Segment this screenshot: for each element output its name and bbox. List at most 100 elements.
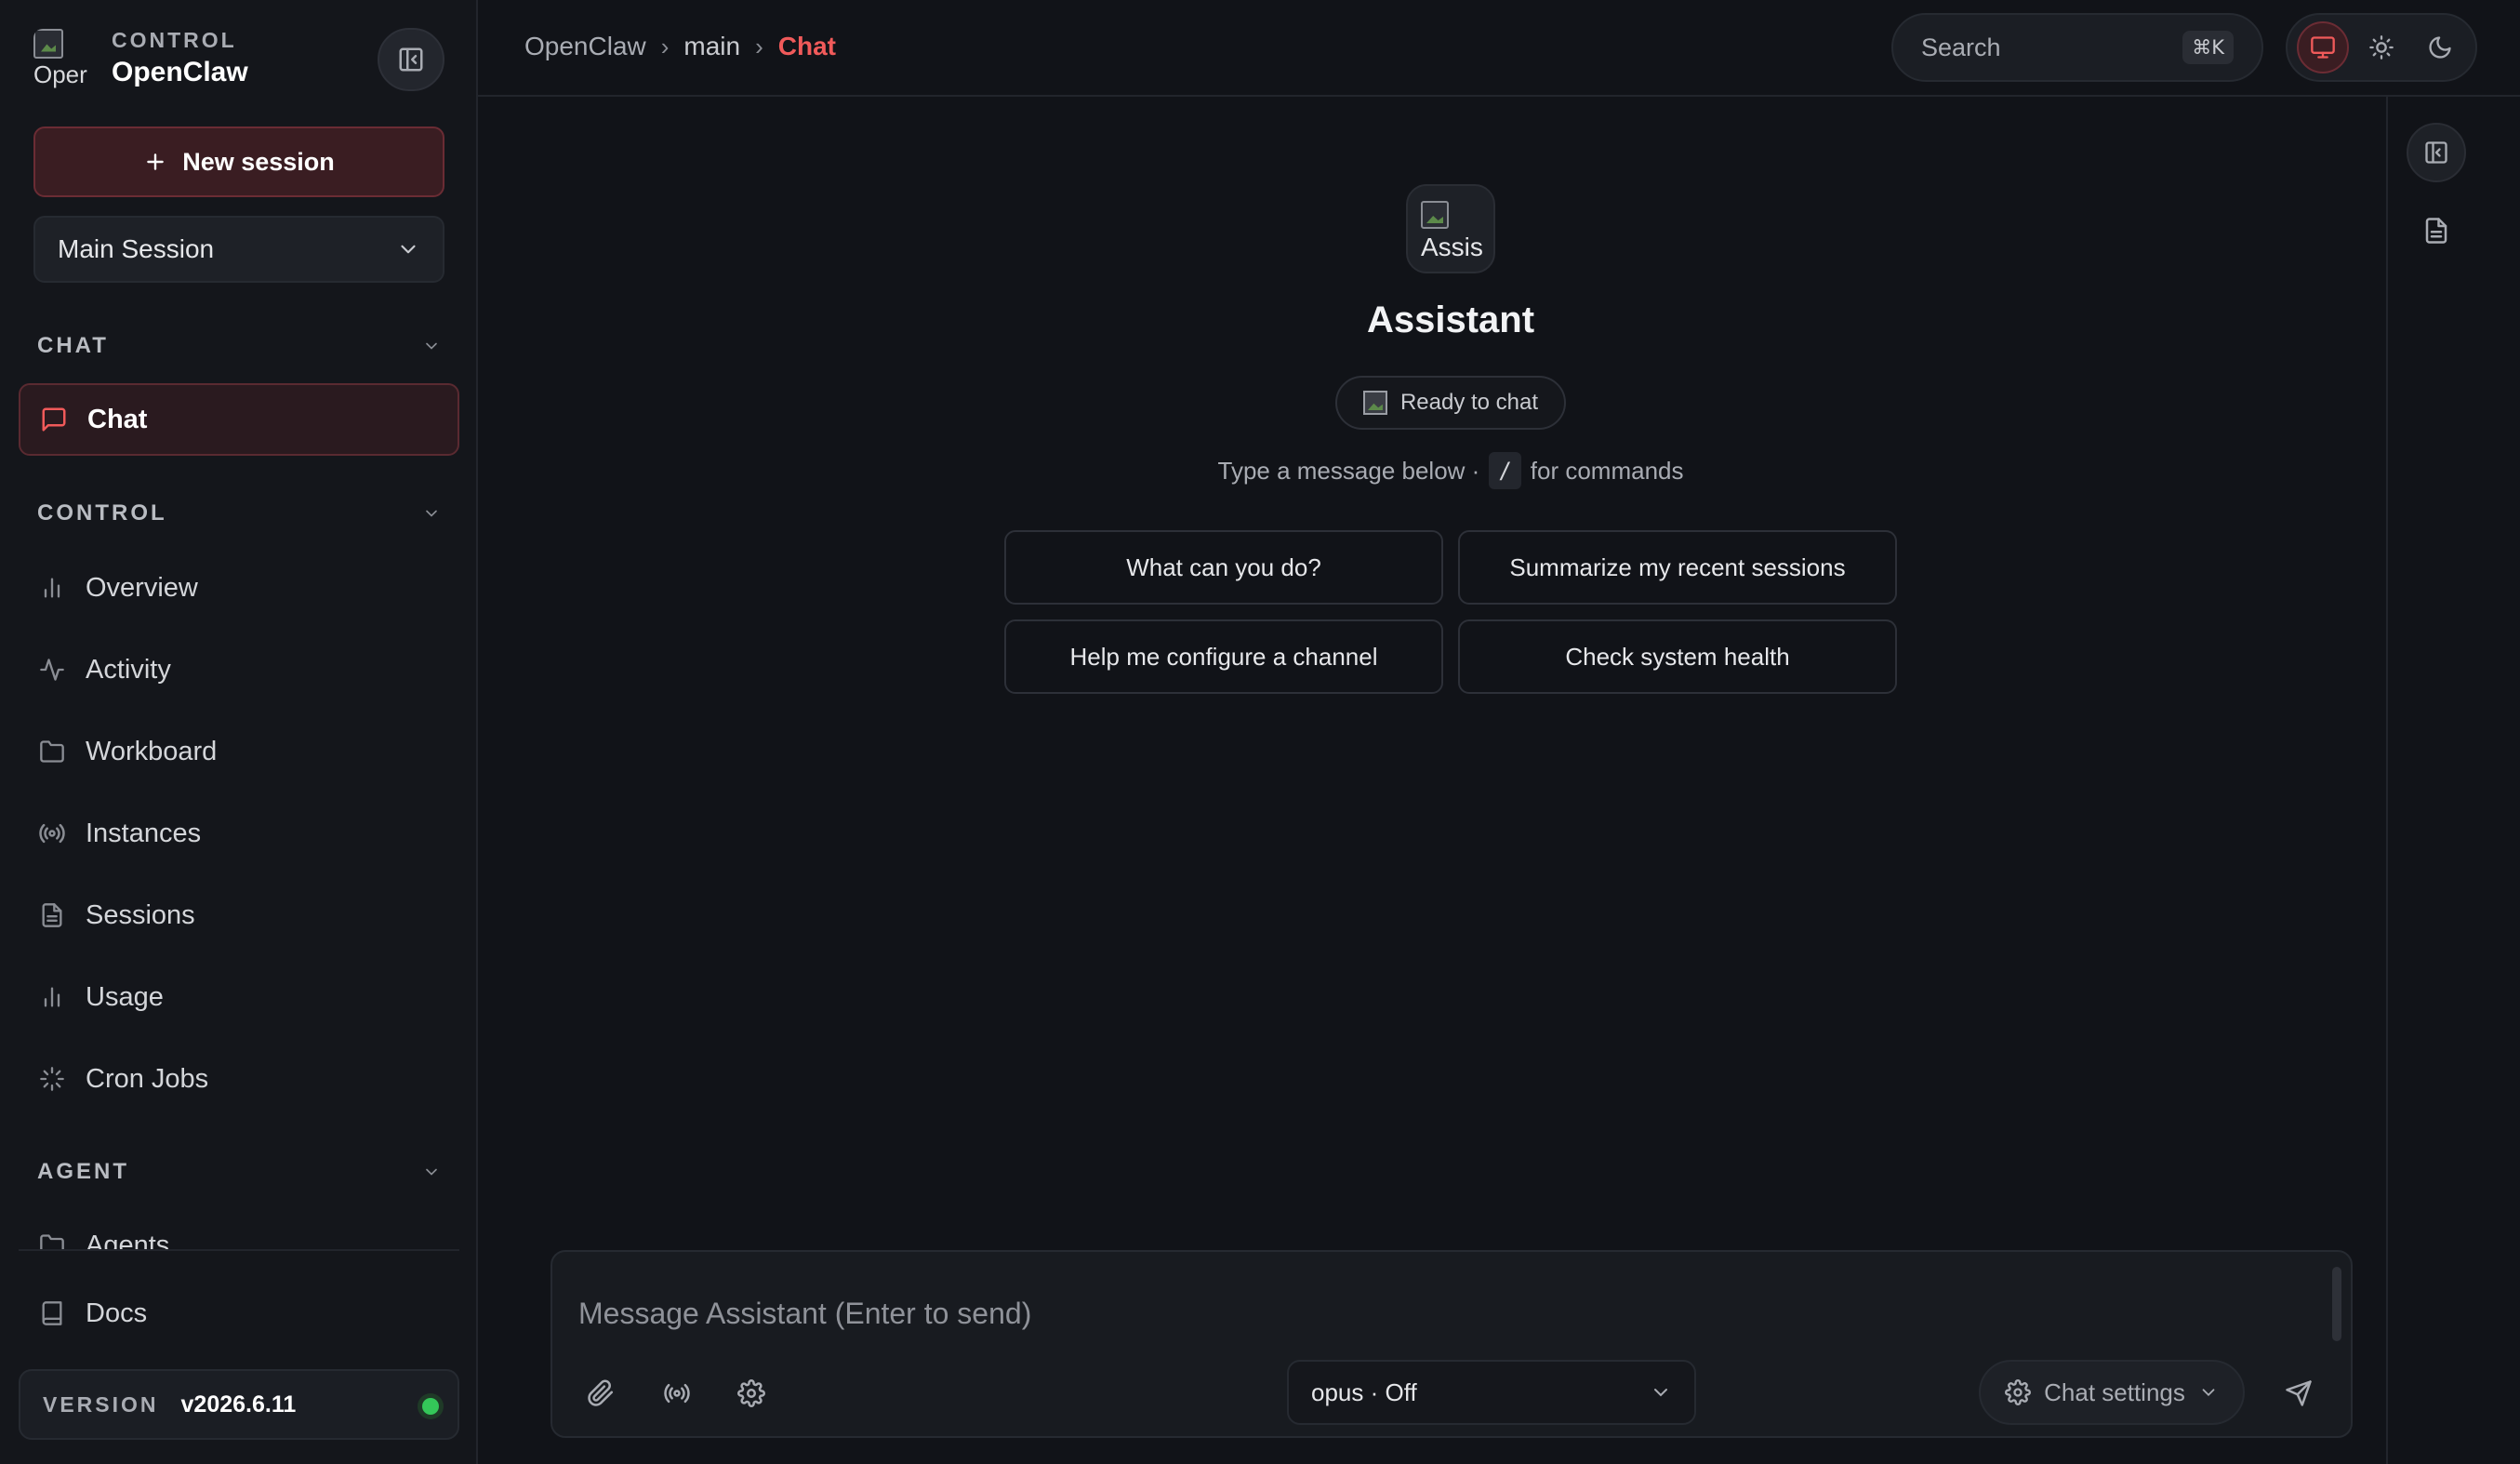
- assistant-name: Assistant: [1366, 299, 1535, 340]
- sidebar-item-label: Agents: [86, 1230, 170, 1251]
- breadcrumb-item[interactable]: main: [683, 32, 740, 61]
- composer-settings-button[interactable]: [725, 1367, 777, 1419]
- search-placeholder: Search: [1921, 33, 2001, 61]
- sidebar-item-instances[interactable]: Instances: [19, 797, 459, 870]
- sidebar-item-workboard[interactable]: Workboard: [19, 715, 459, 788]
- status-online-indicator: [422, 1398, 439, 1415]
- section-control-header[interactable]: CONTROL: [37, 495, 441, 532]
- sidebar-scroll-area[interactable]: Agents: [0, 1209, 478, 1250]
- loader-icon: [37, 1064, 67, 1094]
- documents-button[interactable]: [2407, 201, 2466, 260]
- bar-chart-icon: [37, 982, 67, 1012]
- sidebar-item-label: Activity: [86, 654, 171, 685]
- hint-key: /: [1489, 452, 1521, 489]
- radio-icon: [664, 1383, 690, 1404]
- theme-system-button[interactable]: [2296, 21, 2349, 73]
- section-chat-header[interactable]: CHAT: [37, 327, 441, 365]
- chevron-down-icon: [426, 1168, 437, 1176]
- app-root: Oper CONTROL OpenClaw New session Main S…: [0, 0, 2520, 1464]
- brand[interactable]: Oper CONTROL OpenClaw: [33, 28, 248, 88]
- breadcrumb-separator: ›: [660, 32, 670, 60]
- chevron-down-icon: [1654, 1389, 1667, 1397]
- search-input[interactable]: Search ⌘K: [1891, 13, 2263, 82]
- section-agent-title: AGENT: [37, 1159, 129, 1184]
- brand-logo-alt: Oper: [33, 60, 87, 88]
- brand-text: CONTROL OpenClaw: [112, 28, 248, 88]
- section-agent-header[interactable]: AGENT: [37, 1153, 441, 1191]
- bar-chart-icon: [37, 573, 67, 603]
- brand-logo: Oper: [33, 28, 93, 88]
- sidebar-item-agents[interactable]: Agents: [19, 1209, 459, 1250]
- model-select[interactable]: opus · Off: [1287, 1360, 1696, 1425]
- gear-icon: [737, 1379, 765, 1407]
- sidebar-item-sessions[interactable]: Sessions: [19, 879, 459, 952]
- suggestion-button[interactable]: Help me configure a channel: [1004, 619, 1443, 694]
- sidebar-item-label: Workboard: [86, 736, 218, 766]
- composer-scrollbar[interactable]: [2332, 1267, 2341, 1341]
- model-select-value: opus · Off: [1311, 1377, 1417, 1406]
- book-icon: [37, 1298, 67, 1328]
- broken-image-icon: [1362, 391, 1387, 415]
- broken-image-icon: [33, 28, 63, 59]
- chevron-down-icon: [426, 342, 437, 350]
- monitor-icon: [2310, 36, 2335, 59]
- voice-button[interactable]: [651, 1367, 703, 1419]
- version-badge: VERSION v2026.6.11: [19, 1369, 459, 1440]
- sidebar-item-docs[interactable]: Docs: [19, 1277, 459, 1350]
- new-session-button[interactable]: New session: [33, 126, 444, 197]
- sidebar-item-usage[interactable]: Usage: [19, 961, 459, 1033]
- broken-image-icon: [1421, 201, 1449, 229]
- radio-icon: [37, 819, 67, 848]
- folder-icon: [37, 1231, 67, 1250]
- sidebar-collapse-icon: [399, 47, 423, 72]
- session-select[interactable]: Main Session: [33, 216, 444, 283]
- right-rail: [2386, 97, 2520, 1464]
- toggle-panel-button[interactable]: [2407, 123, 2466, 182]
- send-button[interactable]: [2271, 1365, 2327, 1421]
- sidebar-item-overview[interactable]: Overview: [19, 552, 459, 624]
- hint-text: for commands: [1530, 456, 1684, 485]
- sidebar-item-label: Sessions: [86, 899, 195, 930]
- message-composer: Message Assistant (Enter to send) opus ·…: [550, 1250, 2353, 1438]
- sidebar-divider: [19, 1249, 459, 1251]
- assistant-avatar: Assis: [1406, 184, 1495, 273]
- theme-light-button[interactable]: [2355, 21, 2407, 73]
- gear-icon: [2005, 1379, 2032, 1405]
- message-input[interactable]: Message Assistant (Enter to send): [578, 1297, 1031, 1331]
- theme-dark-button[interactable]: [2414, 21, 2466, 73]
- sidebar-item-label: Chat: [87, 404, 148, 434]
- sidebar-item-label: Cron Jobs: [86, 1063, 209, 1094]
- breadcrumb-item[interactable]: OpenClaw: [524, 32, 646, 61]
- suggestion-button[interactable]: Check system health: [1458, 619, 1897, 694]
- paperclip-icon: [588, 1379, 614, 1406]
- status-text: Ready to chat: [1399, 390, 1539, 415]
- breadcrumb: OpenClaw › main › Chat: [524, 32, 836, 61]
- plus-icon: [147, 153, 164, 170]
- hint-text: Type a message below ·: [1217, 456, 1480, 485]
- sidebar-item-label: Overview: [86, 572, 198, 603]
- version-value: v2026.6.11: [180, 1391, 297, 1417]
- section-chat-title: CHAT: [37, 333, 109, 358]
- sidebar-item-chat[interactable]: Chat: [19, 383, 459, 456]
- version-label: VERSION: [43, 1391, 159, 1417]
- sidebar: Oper CONTROL OpenClaw New session Main S…: [0, 0, 478, 1464]
- collapse-sidebar-button[interactable]: [378, 28, 444, 91]
- chat-settings-button[interactable]: Chat settings: [1979, 1360, 2245, 1425]
- moon-icon: [2429, 36, 2451, 59]
- sidebar-item-label: Usage: [86, 981, 164, 1012]
- sidebar-item-activity[interactable]: Activity: [19, 633, 459, 706]
- sidebar-item-cron-jobs[interactable]: Cron Jobs: [19, 1043, 459, 1115]
- suggestion-button[interactable]: Summarize my recent sessions: [1458, 530, 1897, 605]
- suggestion-button[interactable]: What can you do?: [1004, 530, 1443, 605]
- chevron-down-icon: [426, 510, 437, 517]
- attach-button[interactable]: [575, 1367, 627, 1419]
- chevron-down-icon: [2202, 1389, 2215, 1397]
- status-badge: Ready to chat: [1335, 376, 1566, 430]
- sidebar-item-label: Instances: [86, 818, 202, 848]
- chevron-down-icon: [401, 245, 416, 254]
- breadcrumb-current: Chat: [777, 32, 837, 60]
- theme-switcher: [2286, 13, 2477, 82]
- session-select-value: Main Session: [58, 234, 215, 263]
- document-icon: [2425, 218, 2447, 244]
- document-icon: [37, 900, 67, 930]
